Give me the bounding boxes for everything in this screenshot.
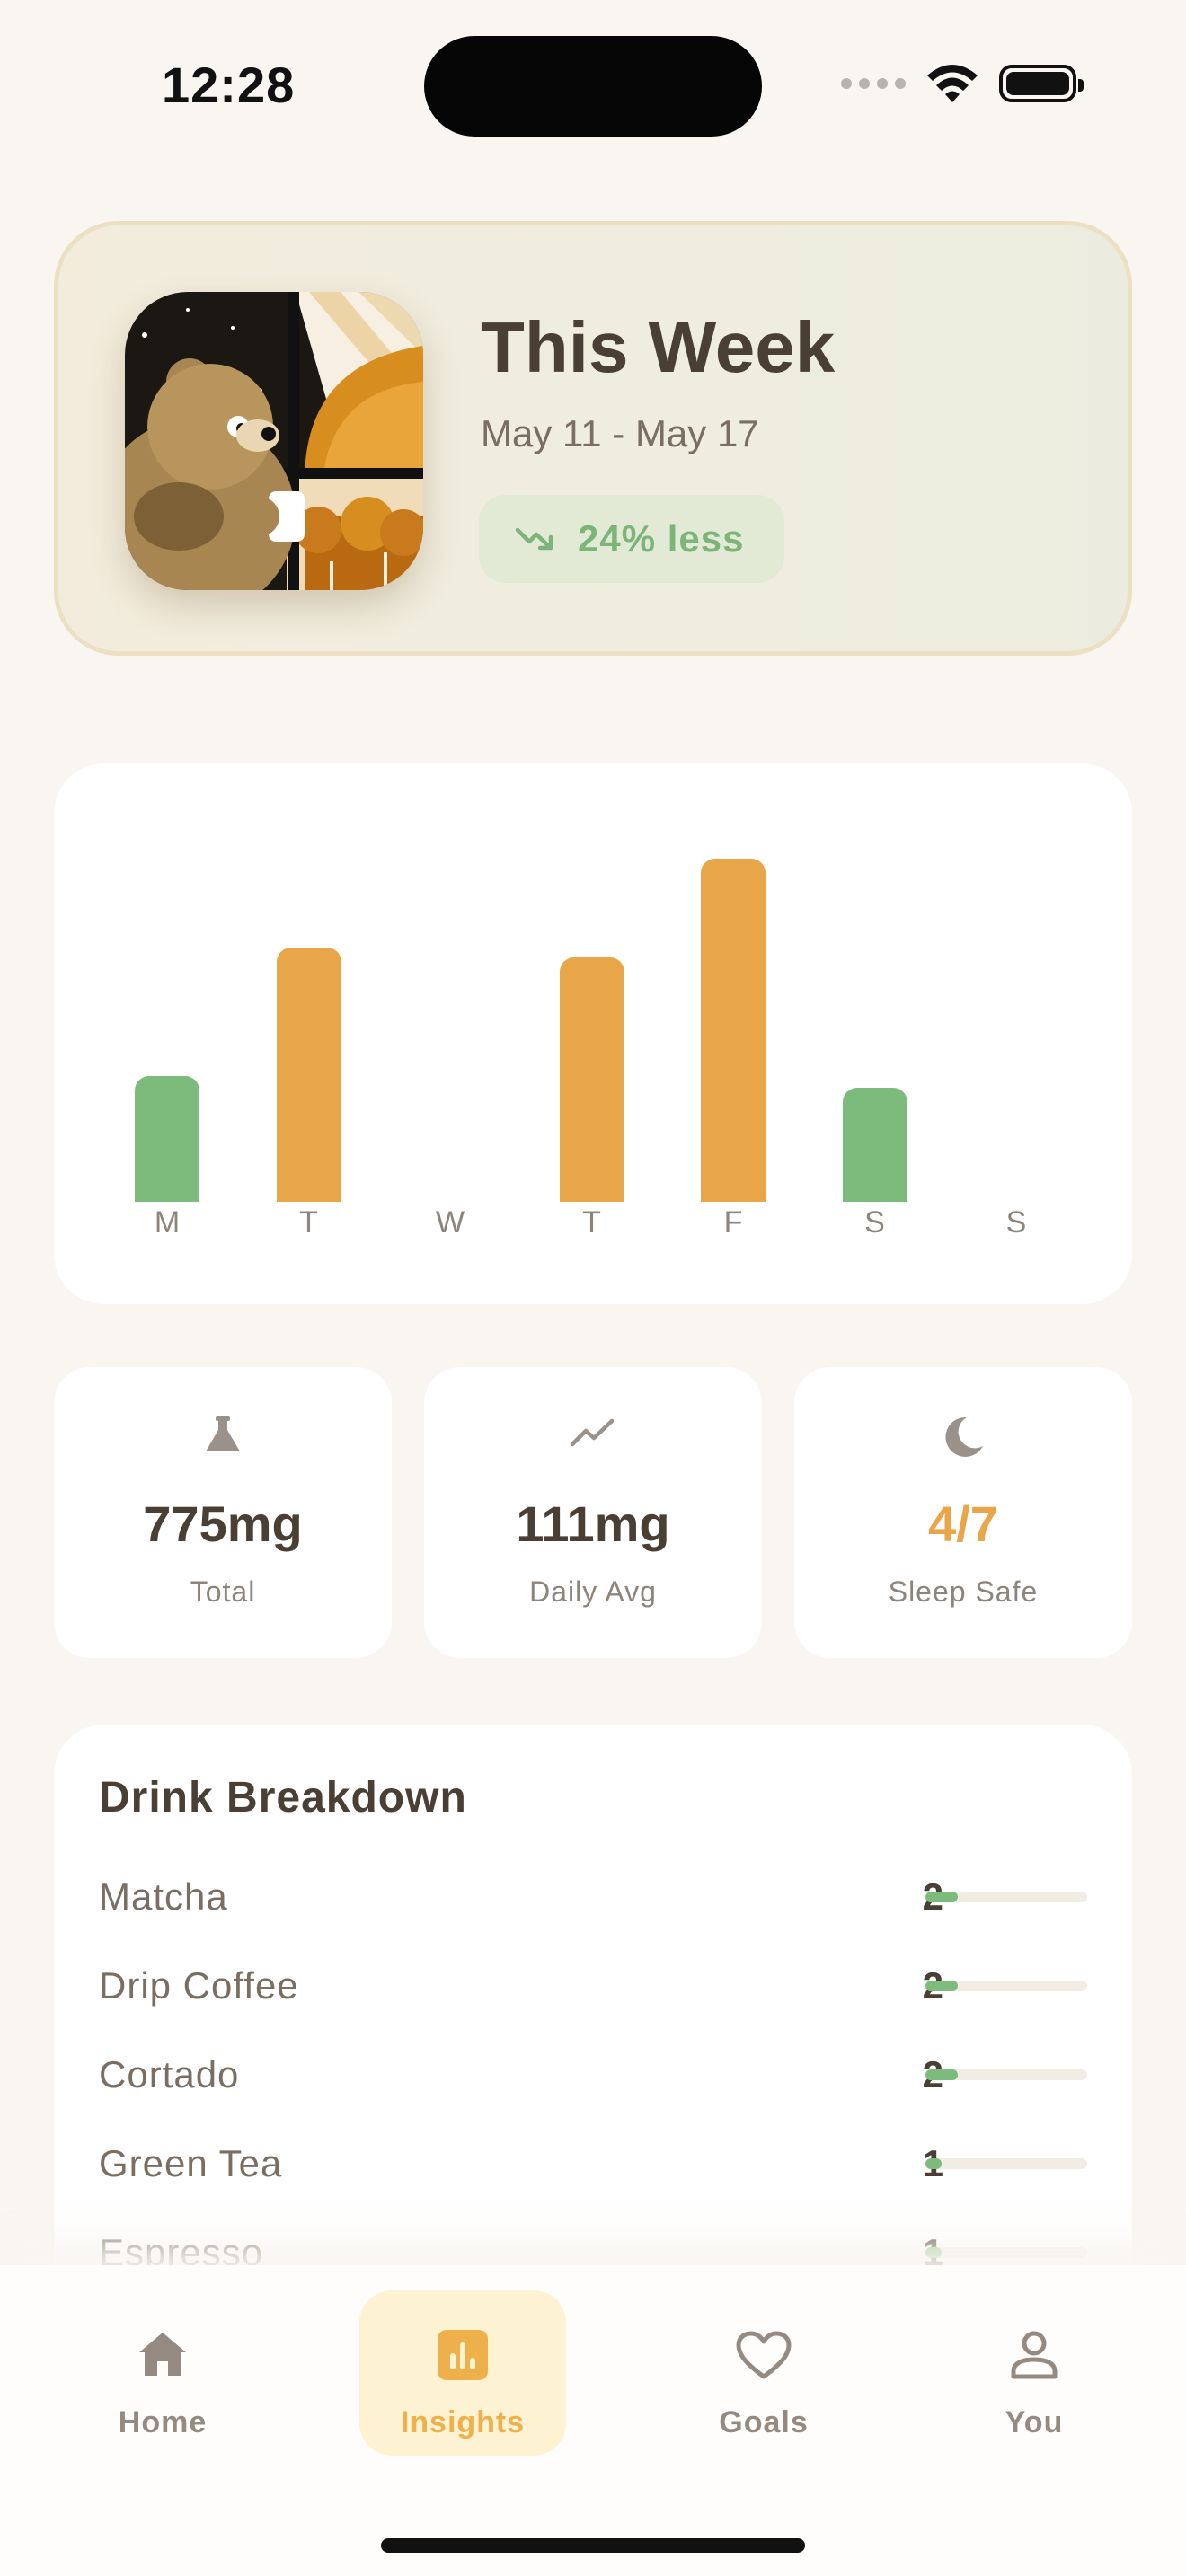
chart-bar[interactable] <box>135 1076 199 1202</box>
progress-fill <box>925 2247 942 2258</box>
progress-fill <box>925 2158 942 2169</box>
progress-fill <box>925 1981 958 1991</box>
stat-value: 111mg <box>516 1495 670 1552</box>
progress-track <box>925 2158 1087 2169</box>
tab-label: You <box>1005 2405 1064 2439</box>
bottom-tab-bar: Home Insights Goals You <box>0 2265 1186 2576</box>
progress-track <box>925 1892 1087 1902</box>
tab-label: Home <box>118 2405 208 2439</box>
trend-down-icon <box>515 527 553 551</box>
progress-track <box>925 2069 1087 2080</box>
stat-label: Sleep Safe <box>888 1575 1039 1608</box>
trend-badge: 24% less <box>479 495 784 583</box>
weekly-caffeine-chart: MTWTFSS <box>54 763 1132 1304</box>
stat-value: 775mg <box>143 1495 303 1552</box>
dynamic-island <box>424 36 762 137</box>
drink-name: Cortado <box>99 2053 240 2095</box>
stat-label: Total <box>190 1575 256 1608</box>
status-indicators <box>841 63 1084 104</box>
app-screen: 12:28 This Week May 11 - May 17 24% less… <box>0 0 1186 2576</box>
x-tick-label: T <box>582 1205 601 1239</box>
stat-card-daily-avg[interactable]: 111mg Daily Avg <box>424 1367 762 1658</box>
status-time: 12:28 <box>162 57 296 113</box>
tab-you[interactable]: You <box>931 2290 1137 2456</box>
x-tick-label: M <box>154 1205 181 1239</box>
bear-coffee-illustration <box>125 292 423 590</box>
home-indicator[interactable] <box>381 2538 805 2553</box>
progress-track <box>925 2247 1087 2258</box>
stat-label: Daily Avg <box>529 1575 657 1608</box>
tab-label: Goals <box>719 2405 809 2439</box>
cellular-signal-icon <box>841 78 906 89</box>
battery-icon <box>999 65 1084 102</box>
tab-label: Insights <box>400 2405 526 2439</box>
drink-name: Green Tea <box>99 2142 283 2184</box>
heart-icon <box>736 2331 792 2379</box>
stat-value: 4/7 <box>928 1495 998 1552</box>
list-item[interactable]: Matcha 2 <box>99 1875 1087 1929</box>
drink-name: Drip Coffee <box>99 1964 299 2007</box>
tab-insights[interactable]: Insights <box>359 2290 566 2456</box>
week-summary-card[interactable]: This Week May 11 - May 17 24% less <box>54 221 1132 656</box>
list-item[interactable]: Green Tea 1 <box>99 2142 1087 2196</box>
list-item[interactable]: Cortado 2 <box>99 2053 1087 2107</box>
list-item[interactable]: Drip Coffee 2 <box>99 1964 1087 2018</box>
progress-track <box>925 1981 1087 1991</box>
progress-fill <box>925 2069 958 2080</box>
flask-icon <box>206 1416 240 1451</box>
trend-label: 24% less <box>578 517 745 560</box>
chart-bar[interactable] <box>276 947 341 1202</box>
person-icon <box>1011 2331 1058 2379</box>
page-title: This Week <box>481 307 836 387</box>
stat-card-total[interactable]: 775mg Total <box>54 1367 392 1658</box>
chart-bar[interactable] <box>701 858 766 1202</box>
chart-bar[interactable] <box>842 1088 907 1202</box>
home-icon <box>139 2333 186 2376</box>
section-title: Drink Breakdown <box>99 1774 467 1822</box>
tab-home[interactable]: Home <box>59 2290 266 2456</box>
stat-card-sleep-safe[interactable]: 4/7 Sleep Safe <box>794 1367 1132 1658</box>
trend-line-icon <box>570 1418 615 1447</box>
chart-bar[interactable] <box>559 957 624 1202</box>
tab-goals[interactable]: Goals <box>660 2290 867 2456</box>
chart-icon <box>438 2330 488 2380</box>
x-tick-label: S <box>1005 1205 1027 1239</box>
progress-fill <box>925 1892 958 1902</box>
x-tick-label: S <box>864 1205 885 1239</box>
date-range: May 11 - May 17 <box>481 412 759 454</box>
drink-name: Matcha <box>99 1875 228 1918</box>
x-tick-label: T <box>299 1205 318 1239</box>
x-tick-label: W <box>435 1205 465 1239</box>
moon-icon <box>945 1416 983 1457</box>
x-tick-label: F <box>723 1205 743 1239</box>
wifi-icon <box>927 65 978 102</box>
